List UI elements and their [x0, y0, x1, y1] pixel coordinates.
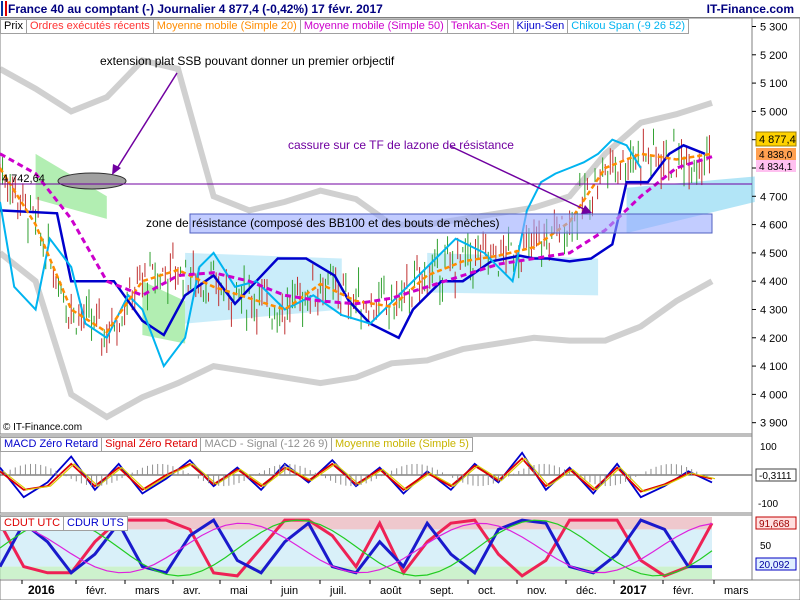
x-tick-label: mai — [230, 585, 248, 597]
cdut-legend: CDUT UTC CDUR UTS — [0, 516, 128, 531]
main-legend: Prix Ordres exécutés récents Moyenne mobil… — [0, 19, 689, 34]
y-axis-bg — [751, 18, 800, 581]
y-tick-label: 5 000 — [760, 106, 788, 118]
legend-ma5[interactable]: Moyenne mobile (Simple 5) — [330, 437, 473, 452]
cdut-value-label: 91,668 — [759, 519, 790, 530]
y-tick-label: 4 700 — [760, 191, 788, 203]
legend-cdur[interactable]: CDUR UTS — [63, 516, 128, 531]
ma50-price-label: 4 834,1 — [759, 162, 793, 173]
y-tick-label: 5 300 — [760, 21, 788, 33]
zone-annotation: zone de résistance (composé des BB100 et… — [146, 216, 500, 230]
y-tick-label: 4 200 — [760, 333, 788, 345]
legend-tenkan[interactable]: Tenkan-Sen — [446, 19, 514, 34]
legend-chikou[interactable]: Chikou Span (-9 26 52) — [567, 19, 689, 34]
x-tick-label: nov. — [527, 585, 547, 597]
legend-kijun[interactable]: Kijun-Sen — [512, 19, 569, 34]
legend-macd[interactable]: MACD Zéro Retard — [0, 437, 103, 452]
y-tick-label: 4 300 — [760, 304, 788, 316]
copyright: © IT-Finance.com — [3, 422, 82, 433]
breakout-annotation: cassure sur ce TF de lazone de résistanc… — [288, 138, 514, 152]
x-tick-label: avr. — [183, 585, 201, 597]
x-tick-label: juil. — [329, 585, 347, 597]
x-tick-label: août — [380, 585, 401, 597]
legend-cdut[interactable]: CDUT UTC — [0, 516, 65, 531]
cdut-mid-label: 50 — [760, 541, 772, 552]
price-chart: 3 900 4 000 4 100 4 200 4 300 4 400 4 500 4 600… — [0, 18, 800, 600]
y-tick-label: 4 000 — [760, 389, 788, 401]
macd-legend: MACD Zéro Retard Signal Zéro Retard MACD -… — [0, 437, 473, 452]
legend-ordres[interactable]: Ordres exécutés récents — [25, 19, 154, 34]
x-tick-label: juin — [280, 585, 298, 597]
site-name: IT-Finance.com — [706, 2, 794, 16]
x-tick-label: 2017 — [620, 583, 647, 597]
y-tick-label: 4 100 — [760, 361, 788, 373]
legend-macd-signal[interactable]: MACD - Signal (-12 26 9) — [200, 437, 332, 452]
x-tick-label: févr. — [673, 585, 694, 597]
legend-signal[interactable]: Signal Zéro Retard — [101, 437, 202, 452]
french-flag-icon — [1, 1, 7, 16]
legend-prix[interactable]: Prix — [0, 19, 27, 34]
ssb-annotation: extension plat SSB pouvant donner un pre… — [100, 54, 395, 68]
x-tick-label: mars — [724, 585, 749, 597]
y-tick-label: 4 600 — [760, 220, 788, 232]
x-tick-label: déc. — [576, 585, 597, 597]
y-tick-label: 5 100 — [760, 78, 788, 90]
x-tick-label: 2016 — [28, 583, 55, 597]
ssb-ellipse — [57, 172, 127, 190]
x-tick-label: sept. — [430, 585, 454, 597]
macd-bottom-label: -100 — [758, 499, 778, 510]
y-tick-label: 5 200 — [760, 50, 788, 62]
last-price-label: 4 877,4 — [759, 134, 796, 146]
macd-value-label: -0,3111 — [759, 471, 792, 482]
legend-ma20[interactable]: Moyenne mobile (Simple 20) — [152, 19, 301, 34]
x-tick-label: févr. — [86, 585, 107, 597]
legend-ma50[interactable]: Moyenne mobile (Simple 50) — [299, 19, 448, 34]
chart-title: France 40 au comptant (-) Journalier 4 8… — [8, 2, 383, 16]
cdut-neutral-zone — [0, 529, 712, 567]
ma20-price-label: 4 838,0 — [759, 150, 793, 161]
y-tick-label: 4 500 — [760, 248, 788, 260]
macd-top-label: 100 — [760, 442, 777, 453]
x-tick-label: oct. — [478, 585, 496, 597]
y-tick-label: 3 900 — [760, 418, 788, 430]
level-label: 4 742,64 — [2, 173, 45, 185]
chart-title-bar: France 40 au comptant (-) Journalier 4 8… — [0, 0, 800, 18]
y-tick-label: 4 400 — [760, 276, 788, 288]
cdur-value-label: 20,092 — [759, 560, 790, 571]
x-tick-label: mars — [135, 585, 160, 597]
